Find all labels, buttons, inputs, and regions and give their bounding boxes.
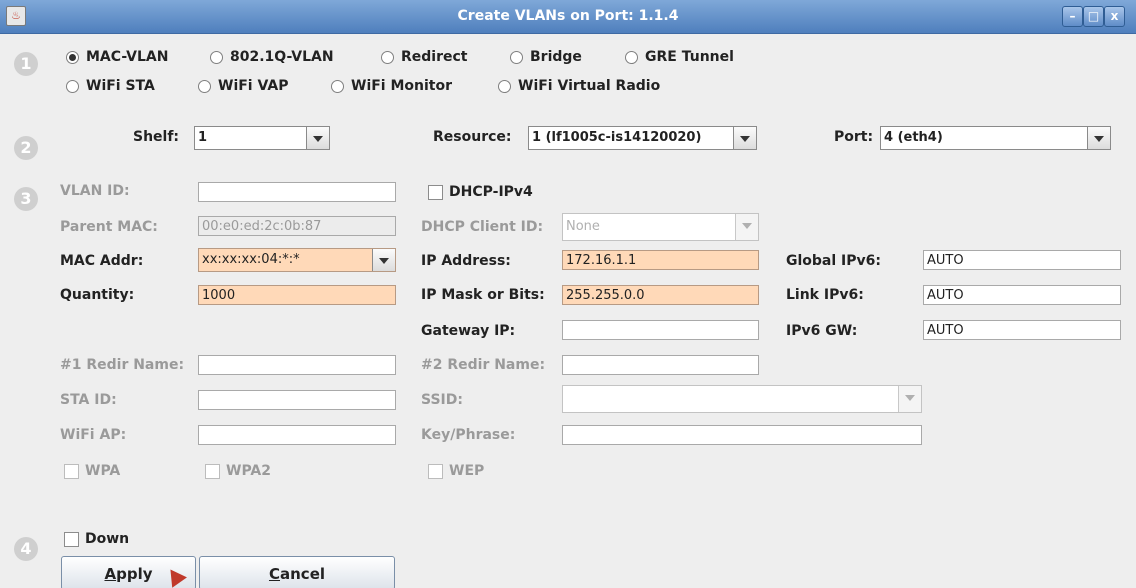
radio-wifi-sta[interactable]: WiFi STA: [66, 76, 155, 96]
quantity-input[interactable]: 1000: [198, 285, 396, 305]
link-ipv6-label: Link IPv6:: [786, 287, 864, 303]
ip-address-label: IP Address:: [421, 253, 511, 269]
parent-mac-field: 00:e0:ed:2c:0b:87: [198, 216, 396, 236]
wifi-ap-label: WiFi AP:: [60, 427, 127, 443]
wifi-ap-input[interactable]: [198, 425, 396, 445]
checkbox-icon: [428, 184, 443, 200]
checkbox-icon: [64, 463, 79, 479]
ip-mask-input[interactable]: 255.255.0.0: [562, 285, 759, 305]
ipv6-gw-input[interactable]: AUTO: [923, 320, 1121, 340]
radio-gre-tunnel[interactable]: GRE Tunnel: [625, 47, 734, 67]
cancel-button[interactable]: Cancel: [199, 556, 395, 588]
gateway-ip-input[interactable]: [562, 320, 759, 340]
radio-mac-vlan[interactable]: MAC-VLAN: [66, 47, 168, 67]
radio-icon: [498, 79, 511, 93]
radio-icon: [331, 79, 344, 93]
radio-wifi-virtual-radio[interactable]: WiFi Virtual Radio: [498, 76, 660, 96]
global-ipv6-input[interactable]: AUTO: [923, 250, 1121, 270]
down-checkbox[interactable]: Down: [64, 529, 129, 549]
radio-icon: [66, 79, 79, 93]
chevron-down-icon: [1087, 127, 1110, 149]
redir2-input[interactable]: [562, 355, 759, 375]
create-vlans-dialog: ♨ Create VLANs on Port: 1.1.4 – □ x 1 2 …: [0, 0, 1136, 588]
dhcp-client-id-select[interactable]: None: [562, 213, 759, 241]
window-title: Create VLANs on Port: 1.1.4: [457, 8, 679, 24]
title-bar: ♨ Create VLANs on Port: 1.1.4 – □ x: [0, 0, 1136, 34]
shelf-label: Shelf:: [133, 129, 180, 145]
parent-mac-label: Parent MAC:: [60, 219, 158, 235]
mac-addr-combo[interactable]: xx:xx:xx:04:*:*: [198, 248, 396, 272]
sta-id-label: STA ID:: [60, 392, 117, 408]
wpa-checkbox[interactable]: WPA: [64, 461, 120, 481]
chevron-down-icon: [735, 214, 758, 240]
ssid-combo[interactable]: [562, 385, 922, 413]
step-1-marker: 1: [14, 52, 38, 76]
shelf-select[interactable]: 1: [194, 126, 330, 150]
checkbox-icon: [428, 463, 443, 479]
checkbox-icon: [64, 531, 79, 547]
close-button[interactable]: x: [1104, 6, 1125, 27]
radio-wifi-monitor[interactable]: WiFi Monitor: [331, 76, 452, 96]
redir2-label: #2 Redir Name:: [421, 357, 546, 373]
key-phrase-input[interactable]: [562, 425, 922, 445]
resource-select[interactable]: 1 (lf1005c-is14120020): [528, 126, 757, 150]
dhcp-ipv4-checkbox[interactable]: DHCP-IPv4: [428, 182, 533, 202]
resource-label: Resource:: [433, 129, 512, 145]
checkbox-icon: [205, 463, 220, 479]
radio-icon: [381, 50, 394, 64]
minimize-button[interactable]: –: [1062, 6, 1083, 27]
radio-icon: [625, 50, 638, 64]
maximize-button[interactable]: □: [1083, 6, 1104, 27]
quantity-label: Quantity:: [60, 287, 135, 303]
step-3-marker: 3: [14, 187, 38, 211]
ipv6-gw-label: IPv6 GW:: [786, 323, 858, 339]
ssid-label: SSID:: [421, 392, 463, 408]
radio-icon: [210, 50, 223, 64]
gateway-ip-label: Gateway IP:: [421, 323, 516, 339]
step-2-marker: 2: [14, 136, 38, 160]
key-phrase-label: Key/Phrase:: [421, 427, 516, 443]
radio-icon: [510, 50, 523, 64]
ip-address-input[interactable]: 172.16.1.1: [562, 250, 759, 270]
radio-bridge[interactable]: Bridge: [510, 47, 582, 67]
vlan-id-input[interactable]: [198, 182, 396, 202]
chevron-down-icon: [306, 127, 329, 149]
vlan-id-label: VLAN ID:: [60, 183, 130, 199]
link-ipv6-input[interactable]: AUTO: [923, 285, 1121, 305]
radio-selected-icon: [66, 50, 79, 64]
chevron-down-icon: [372, 249, 395, 271]
port-select[interactable]: 4 (eth4): [880, 126, 1111, 150]
sta-id-input[interactable]: [198, 390, 396, 410]
wep-checkbox[interactable]: WEP: [428, 461, 484, 481]
radio-icon: [198, 79, 211, 93]
chevron-down-icon: [898, 386, 921, 412]
global-ipv6-label: Global IPv6:: [786, 253, 881, 269]
wpa2-checkbox[interactable]: WPA2: [205, 461, 271, 481]
radio-redirect[interactable]: Redirect: [381, 47, 468, 67]
redir1-label: #1 Redir Name:: [60, 357, 185, 373]
chevron-down-icon: [733, 127, 756, 149]
radio-8021q-vlan[interactable]: 802.1Q-VLAN: [210, 47, 334, 67]
mac-addr-label: MAC Addr:: [60, 253, 144, 269]
radio-wifi-vap[interactable]: WiFi VAP: [198, 76, 288, 96]
port-label: Port:: [834, 129, 874, 145]
redir1-input[interactable]: [198, 355, 396, 375]
dhcp-client-id-label: DHCP Client ID:: [421, 219, 544, 235]
ip-mask-label: IP Mask or Bits:: [421, 287, 545, 303]
step-4-marker: 4: [14, 537, 38, 561]
